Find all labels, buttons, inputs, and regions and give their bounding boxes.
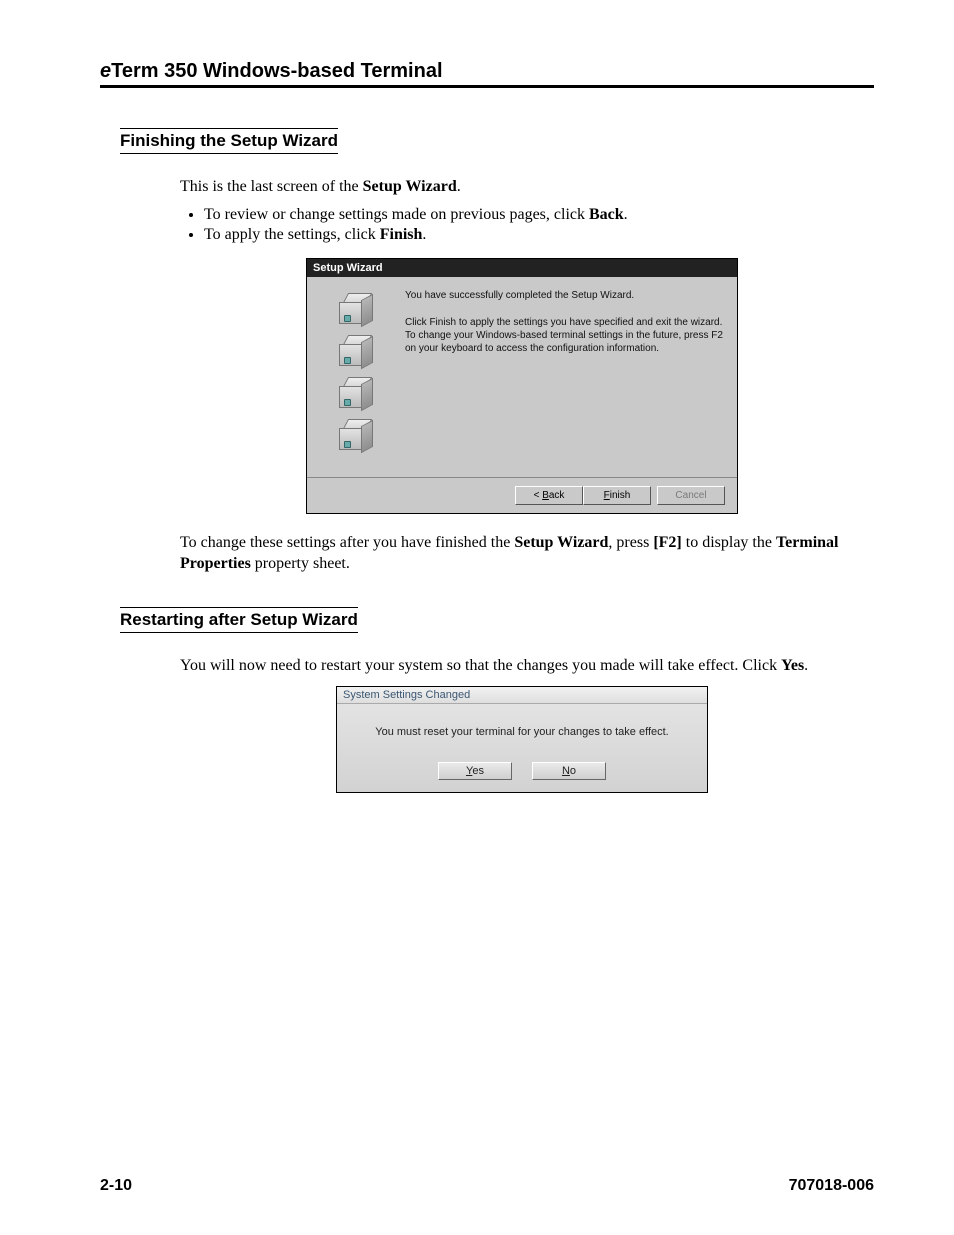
dialog-button-row: Yes No	[337, 756, 707, 792]
list-item: To apply the settings, click Finish.	[204, 226, 864, 244]
post-wizard-paragraph: To change these settings after you have …	[180, 532, 864, 575]
no-button[interactable]: No	[532, 762, 606, 780]
wizard-msg-1: You have successfully completed the Setu…	[405, 289, 723, 302]
section-heading-restarting: Restarting after Setup Wizard	[120, 607, 358, 633]
header-title: eTerm 350 Windows-based Terminal	[100, 60, 874, 83]
wizard-body-text: You have successfully completed the Setu…	[405, 289, 723, 469]
terminal-icon	[339, 377, 373, 411]
dialog-message: You must reset your terminal for your ch…	[337, 704, 707, 756]
back-button[interactable]: < Back	[515, 486, 583, 505]
intro-list: To review or change settings made on pre…	[180, 206, 864, 244]
wizard-titlebar: Setup Wizard	[307, 259, 737, 277]
finish-button[interactable]: Finish	[583, 486, 651, 505]
intro-paragraph: This is the last screen of the Setup Wiz…	[180, 176, 864, 198]
dialog-titlebar: System Settings Changed	[337, 687, 707, 704]
terminal-icon	[339, 335, 373, 369]
header-prefix: e	[100, 60, 111, 82]
system-settings-dialog: System Settings Changed You must reset y…	[336, 686, 708, 793]
wizard-button-row: < Back Finish Cancel	[307, 477, 737, 513]
list-item: To review or change settings made on pre…	[204, 206, 864, 224]
page-header: eTerm 350 Windows-based Terminal	[100, 60, 874, 128]
header-text: Term 350 Windows-based Terminal	[111, 60, 442, 82]
yes-button[interactable]: Yes	[438, 762, 512, 780]
page-number: 2-10	[100, 1177, 132, 1195]
wizard-sidebar-icons	[321, 289, 391, 469]
terminal-icon	[339, 293, 373, 327]
page-footer: 2-10 707018-006	[100, 1177, 874, 1195]
cancel-button: Cancel	[657, 486, 725, 505]
setup-wizard-window: Setup Wizard You have successfully compl…	[306, 258, 738, 514]
header-rule	[100, 85, 874, 88]
restart-paragraph: You will now need to restart your system…	[180, 655, 864, 677]
wizard-msg-2: Click Finish to apply the settings you h…	[405, 316, 723, 355]
section-heading-finishing: Finishing the Setup Wizard	[120, 128, 338, 154]
document-number: 707018-006	[789, 1177, 874, 1195]
terminal-icon	[339, 419, 373, 453]
